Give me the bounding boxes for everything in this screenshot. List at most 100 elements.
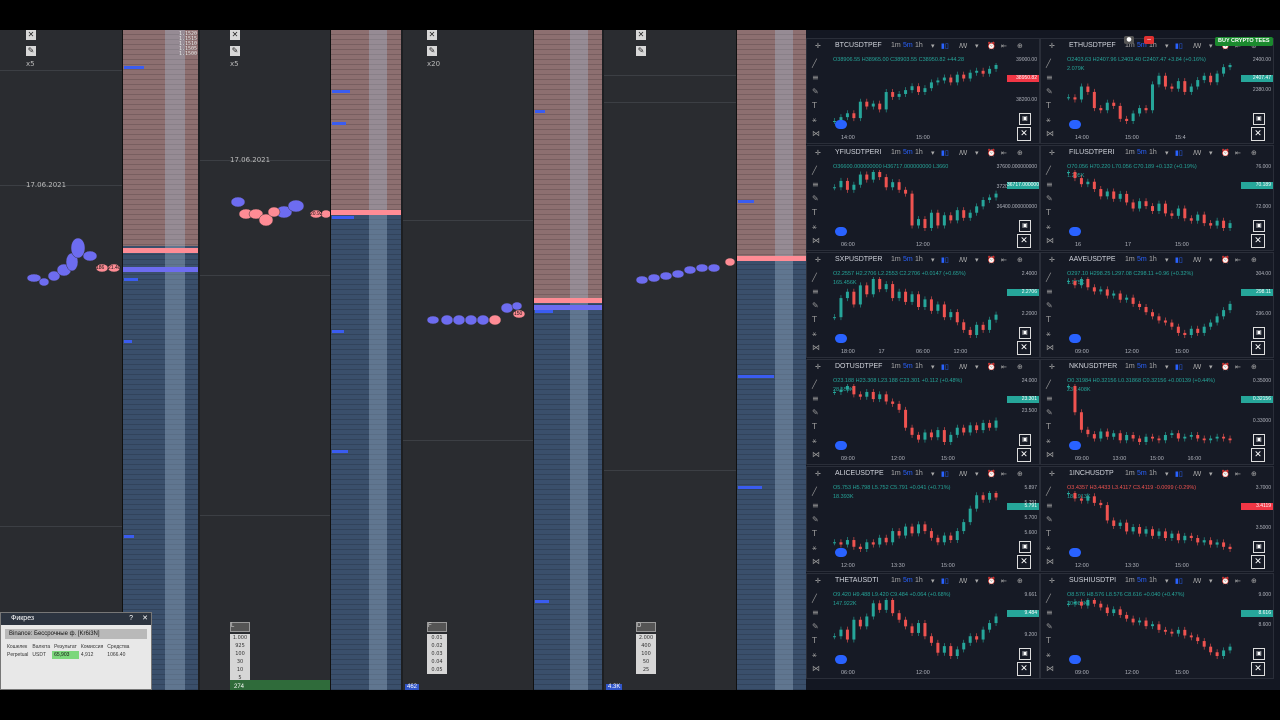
timeframe-button[interactable]: 1m [1125,363,1135,370]
chevron-down-icon[interactable]: ▾ [975,42,979,50]
replay-icon[interactable]: ⇤ [1001,363,1007,371]
measure-icon[interactable]: ⋈ [812,343,820,352]
trendline-icon[interactable]: ╱ [812,380,817,389]
trendline-icon[interactable]: ╱ [812,273,817,282]
alert-icon[interactable]: ⏰ [1221,363,1230,371]
screenshot-icon[interactable]: ▣ [1019,434,1031,446]
chart-panel[interactable]: ✛ YFIUSDTPERI 1m 5m 1h ▾ ▮▯ ꟿ ▾ ⏰ ⇤ ⊕ ╱ ≡ ✎ T ⚹ ⋈ O36600.0… [806,145,1040,251]
indicators-icon[interactable]: ꟿ [959,470,967,478]
account-popup[interactable]: Фикрез ? ✕ Binance: Бессрочные ф. [Kr6i3… [0,612,152,690]
text-icon[interactable]: T [1046,529,1051,538]
symbol-label[interactable]: AAVEUSDTPE [1069,256,1116,263]
screenshot-icon[interactable]: ▣ [1019,541,1031,553]
replay-icon[interactable]: ⇤ [1235,577,1241,585]
text-icon[interactable]: T [812,636,817,645]
indicators-icon[interactable]: ꟿ [959,577,967,585]
symbol-label[interactable]: DOTUSDTPEF [835,363,882,370]
add-icon[interactable]: ⊕ [1017,42,1023,50]
add-icon[interactable]: ⊕ [1251,577,1257,585]
close-icon[interactable]: ✕ [1251,448,1265,462]
candles-icon[interactable]: ▮▯ [1175,42,1183,50]
brush-icon[interactable]: ✎ [1046,622,1053,631]
price-plot[interactable] [829,170,1007,234]
chevron-down-icon[interactable]: ▾ [1165,577,1169,585]
alert-icon[interactable]: ⏰ [987,577,996,585]
indicators-icon[interactable]: ꟿ [1193,577,1201,585]
order-type-dropdown[interactable]: F [427,622,447,632]
timeframe-button[interactable]: 1h [915,42,923,49]
measure-icon[interactable]: ⋈ [1046,343,1054,352]
crosshair-icon[interactable]: ✛ [815,363,821,371]
chevron-down-icon[interactable]: ▾ [1209,256,1213,264]
alert-icon[interactable]: ⏰ [1221,256,1230,264]
timeframe-button[interactable]: 1h [1149,363,1157,370]
crosshair-icon[interactable]: ✛ [1049,363,1055,371]
chevron-down-icon[interactable]: ▾ [931,470,935,478]
alert-icon[interactable]: ⏰ [1221,470,1230,478]
candles-icon[interactable]: ▮▯ [1175,470,1183,478]
timeframe-button[interactable]: 1h [915,256,923,263]
chart-panel[interactable]: ✛ ETHUSDTPEF 1m 5m 1h ▾ ▮▯ ꟿ ▾ ⏰ ⇤ ⊕ ╱ ≡ ✎ T ⚹ ⋈ O2403.63 … [1040,38,1274,144]
alert-icon[interactable]: ⏰ [987,256,996,264]
fib-icon[interactable]: ≡ [1046,73,1053,82]
pattern-icon[interactable]: ⚹ [1046,543,1051,553]
chevron-down-icon[interactable]: ▾ [931,256,935,264]
alert-icon[interactable]: ⏰ [987,363,996,371]
timeframe-button[interactable]: 5m [1137,363,1147,370]
dom-ladder-4[interactable] [737,30,806,690]
price-plot[interactable] [829,277,1007,341]
replay-icon[interactable]: ⇤ [1001,577,1007,585]
screenshot-icon[interactable]: ▣ [1253,220,1265,232]
add-icon[interactable]: ⊕ [1017,470,1023,478]
brush-icon[interactable]: ✎ [1046,87,1053,96]
pattern-icon[interactable]: ⚹ [1046,115,1051,125]
fib-icon[interactable]: ≡ [1046,394,1053,403]
timeframe-button[interactable]: 5m [903,577,913,584]
timeframe-button[interactable]: 1m [891,470,901,477]
measure-icon[interactable]: ⋈ [812,664,820,673]
trendline-icon[interactable]: ╱ [1046,487,1051,496]
crosshair-icon[interactable]: ✛ [1049,577,1055,585]
add-icon[interactable]: ⊕ [1251,363,1257,371]
candles-icon[interactable]: ▮▯ [941,149,949,157]
add-icon[interactable]: ⊕ [1017,577,1023,585]
chart-panel[interactable]: ✛ AAVEUSDTPE 1m 5m 1h ▾ ▮▯ ꟿ ▾ ⏰ ⇤ ⊕ ╱ ≡ ✎ T ⚹ ⋈ O297.10 H… [1040,252,1274,358]
chevron-down-icon[interactable]: ▾ [975,149,979,157]
fib-icon[interactable]: ≡ [812,287,819,296]
quantity-presets[interactable]: 2.000 400 100 50 25 [636,634,656,674]
chevron-down-icon[interactable]: ▾ [1165,363,1169,371]
crosshair-icon[interactable]: ✛ [815,470,821,478]
chevron-down-icon[interactable]: ▾ [1165,470,1169,478]
chevron-down-icon[interactable]: ▾ [975,256,979,264]
screenshot-icon[interactable]: ▣ [1253,648,1265,660]
measure-icon[interactable]: ⋈ [1046,664,1054,673]
symbol-label[interactable]: ALICEUSDTPE [835,470,884,477]
text-icon[interactable]: T [1046,208,1051,217]
pattern-icon[interactable]: ⚹ [1046,650,1051,660]
candles-icon[interactable]: ▮▯ [1175,363,1183,371]
pattern-icon[interactable]: ⚹ [812,650,817,660]
crosshair-icon[interactable]: ✛ [815,42,821,50]
chart-panel[interactable]: ✛ SUSHIUSDTPI 1m 5m 1h ▾ ▮▯ ꟿ ▾ ⏰ ⇤ ⊕ ╱ ≡ ✎ T ⚹ ⋈ O8.576 H… [1040,573,1274,679]
chevron-down-icon[interactable]: ▾ [1165,256,1169,264]
close-icon[interactable]: ✕ [1017,448,1031,462]
crosshair-icon[interactable]: ✛ [815,577,821,585]
fib-icon[interactable]: ≡ [812,394,819,403]
replay-icon[interactable]: ⇤ [1001,149,1007,157]
symbol-label[interactable]: THETAUSDTI [835,577,878,584]
indicators-icon[interactable]: ꟿ [959,363,967,371]
brush-icon[interactable]: ✎ [812,87,819,96]
indicators-icon[interactable]: ꟿ [1193,42,1201,50]
timeframe-button[interactable]: 1m [891,363,901,370]
brush-icon[interactable]: ✎ [1046,301,1053,310]
chart-panel[interactable]: ✛ THETAUSDTI 1m 5m 1h ▾ ▮▯ ꟿ ▾ ⏰ ⇤ ⊕ ╱ ≡ ✎ T ⚹ ⋈ O9.420 H9… [806,573,1040,679]
chevron-down-icon[interactable]: ▾ [1209,363,1213,371]
add-icon[interactable]: ⊕ [1017,363,1023,371]
text-icon[interactable]: T [812,315,817,324]
crosshair-icon[interactable]: ✛ [1049,149,1055,157]
close-icon[interactable]: ✕ [142,613,148,625]
quantity-presets[interactable]: 1.000 925 100 30 10 5 [230,634,250,682]
timeframe-button[interactable]: 5m [903,363,913,370]
symbol-label[interactable]: NKNUSDTPER [1069,363,1117,370]
indicators-icon[interactable]: ꟿ [1193,363,1201,371]
